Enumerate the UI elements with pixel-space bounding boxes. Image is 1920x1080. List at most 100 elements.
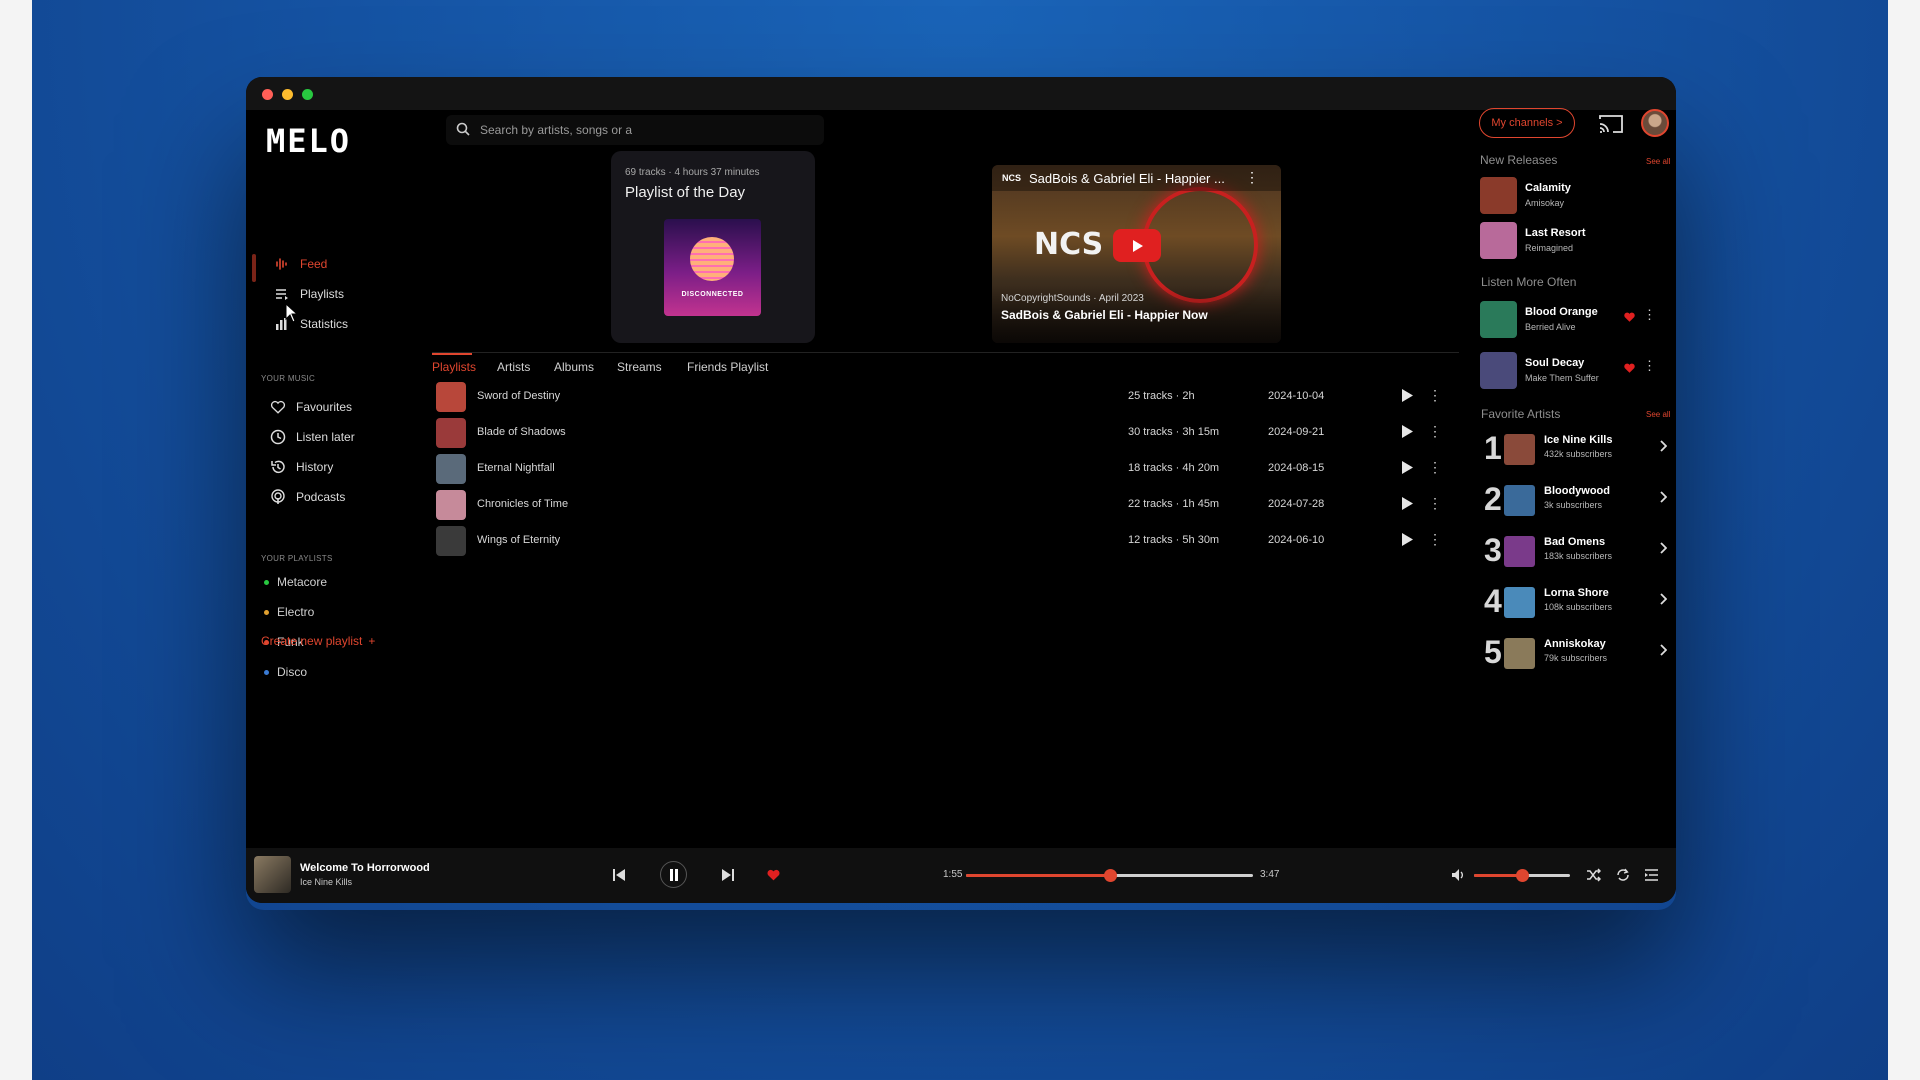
- chevron-right-icon[interactable]: [1659, 491, 1667, 503]
- artist-item[interactable]: 5 Anniskokay 79k subscribers: [1484, 634, 1674, 674]
- shuffle-icon[interactable]: [1586, 868, 1601, 882]
- nav-label: History: [296, 460, 334, 474]
- playlists-icon: [274, 286, 290, 302]
- chevron-right-icon[interactable]: [1659, 440, 1667, 452]
- maximize-window-button[interactable]: [302, 89, 313, 100]
- playlist-of-the-day-card[interactable]: 69 tracks · 4 hours 37 minutes Playlist …: [611, 151, 815, 343]
- table-row[interactable]: Wings of Eternity 12 tracks · 5h 30m 202…: [436, 524, 1456, 556]
- row-date: 2024-08-15: [1268, 462, 1325, 474]
- nav-item-history[interactable]: History: [270, 455, 333, 479]
- artist-item[interactable]: 2 Bloodywood 3k subscribers: [1484, 481, 1674, 521]
- play-icon[interactable]: [1401, 461, 1413, 474]
- heart-icon[interactable]: [766, 868, 781, 882]
- chevron-right-icon[interactable]: [1659, 542, 1667, 554]
- history-icon: [270, 459, 286, 475]
- row-name: Sword of Destiny: [477, 390, 561, 402]
- minimize-window-button[interactable]: [282, 89, 293, 100]
- see-all-link[interactable]: See all: [1646, 410, 1670, 419]
- table-row[interactable]: Sword of Destiny 25 tracks · 2h 2024-10-…: [436, 380, 1456, 412]
- tab-albums[interactable]: Albums: [554, 360, 594, 374]
- listen-sub: Berried Alive: [1525, 322, 1576, 332]
- more-options-icon[interactable]: ⋮: [1428, 459, 1442, 476]
- table-row[interactable]: Eternal Nightfall 18 tracks · 4h 20m 202…: [436, 452, 1456, 484]
- row-meta: 30 tracks · 3h 15m: [1128, 426, 1220, 438]
- listen-item[interactable]: Blood Orange Berried Alive ⋮: [1480, 301, 1670, 339]
- artist-name: Anniskokay: [1544, 638, 1606, 650]
- avatar[interactable]: [1641, 109, 1669, 137]
- volume-knob[interactable]: [1516, 869, 1529, 882]
- tab-streams[interactable]: Streams: [617, 360, 662, 374]
- ncs-logo: NCS: [1034, 227, 1104, 262]
- nav-item-favourites[interactable]: Favourites: [270, 395, 352, 419]
- row-meta: 22 tracks · 1h 45m: [1128, 498, 1220, 510]
- chevron-right-icon[interactable]: [1659, 593, 1667, 605]
- mouse-cursor-icon: [285, 303, 299, 323]
- search-placeholder: Search by artists, songs or a: [480, 123, 633, 137]
- progress-knob[interactable]: [1103, 869, 1117, 882]
- see-all-link[interactable]: See all: [1646, 157, 1670, 166]
- volume-icon[interactable]: [1451, 868, 1465, 882]
- nav-item-feed[interactable]: Feed: [274, 252, 327, 276]
- playlist-item-disco[interactable]: Disco: [264, 665, 307, 679]
- search-bar[interactable]: Search by artists, songs or a: [446, 115, 824, 145]
- cast-icon[interactable]: [1598, 113, 1624, 140]
- heart-icon[interactable]: [1623, 362, 1636, 374]
- listen-item[interactable]: Soul Decay Make Them Suffer ⋮: [1480, 352, 1670, 390]
- more-options-icon[interactable]: ⋮: [1245, 169, 1259, 186]
- my-channels-button[interactable]: My channels >: [1479, 108, 1575, 138]
- video-title: SadBois & Gabriel Eli - Happier Now: [1001, 308, 1208, 322]
- repeat-icon[interactable]: [1616, 868, 1630, 882]
- listen-sub: Make Them Suffer: [1525, 373, 1599, 383]
- artist-item[interactable]: 4 Lorna Shore 108k subscribers: [1484, 583, 1674, 623]
- play-icon[interactable]: [1401, 425, 1413, 438]
- nav-item-listen-later[interactable]: Listen later: [270, 425, 355, 449]
- playlist-item-metacore[interactable]: Metacore: [264, 575, 327, 589]
- heart-icon[interactable]: [1623, 311, 1636, 323]
- progress-slider[interactable]: [966, 869, 1253, 882]
- release-title: Last Resort: [1525, 227, 1586, 239]
- video-header: NCS SadBois & Gabriel Eli - Happier ...: [992, 165, 1281, 191]
- playlist-title: Playlist of the Day: [625, 184, 746, 201]
- tab-friends-playlist[interactable]: Friends Playlist: [687, 360, 768, 374]
- chevron-right-icon[interactable]: [1659, 644, 1667, 656]
- tab-artists[interactable]: Artists: [497, 360, 530, 374]
- nav-item-podcasts[interactable]: Podcasts: [270, 485, 345, 509]
- artist-item[interactable]: 3 Bad Omens 183k subscribers: [1484, 532, 1674, 572]
- playlist-label: Disco: [277, 665, 308, 679]
- play-icon[interactable]: [1401, 533, 1413, 546]
- video-play-button[interactable]: [1113, 229, 1161, 262]
- table-row[interactable]: Blade of Shadows 30 tracks · 3h 15m 2024…: [436, 416, 1456, 448]
- artist-item[interactable]: 1 Ice Nine Kills 432k subscribers: [1484, 430, 1674, 470]
- release-item[interactable]: Calamity Amisokay: [1480, 177, 1670, 215]
- more-options-icon[interactable]: ⋮: [1428, 387, 1442, 404]
- skip-next-icon[interactable]: [722, 869, 734, 881]
- more-options-icon[interactable]: ⋮: [1643, 307, 1656, 323]
- playlist-dot: [264, 579, 269, 585]
- volume-slider[interactable]: [1474, 869, 1570, 882]
- more-options-icon[interactable]: ⋮: [1428, 495, 1442, 512]
- tab-playlists[interactable]: Playlists: [432, 360, 476, 374]
- more-options-icon[interactable]: ⋮: [1428, 531, 1442, 548]
- release-art: [1480, 177, 1517, 214]
- play-icon[interactable]: [1401, 389, 1413, 402]
- release-art: [1480, 222, 1517, 259]
- playlist-item-electro[interactable]: Electro: [264, 605, 314, 619]
- release-item[interactable]: Last Resort Reimagined: [1480, 222, 1670, 260]
- more-options-icon[interactable]: ⋮: [1428, 423, 1442, 440]
- more-options-icon[interactable]: ⋮: [1643, 358, 1656, 374]
- play-icon[interactable]: [1401, 497, 1413, 510]
- video-player[interactable]: NCS NCS SadBois & Gabriel Eli - Happier …: [992, 165, 1281, 343]
- pause-button[interactable]: [660, 861, 687, 888]
- skip-previous-icon[interactable]: [613, 869, 625, 881]
- nav-label: Podcasts: [296, 490, 346, 504]
- artist-name: Lorna Shore: [1544, 587, 1609, 599]
- queue-icon[interactable]: [1644, 868, 1659, 882]
- playlist-dot: [264, 609, 269, 615]
- listen-title: Soul Decay: [1525, 357, 1585, 369]
- close-window-button[interactable]: [262, 89, 273, 100]
- heart-icon: [270, 399, 286, 415]
- create-playlist-button[interactable]: Create new playlist +: [261, 634, 375, 648]
- table-row[interactable]: Chronicles of Time 22 tracks · 1h 45m 20…: [436, 488, 1456, 520]
- nav-label: Statistics: [300, 317, 349, 331]
- total-time: 3:47: [1260, 869, 1280, 880]
